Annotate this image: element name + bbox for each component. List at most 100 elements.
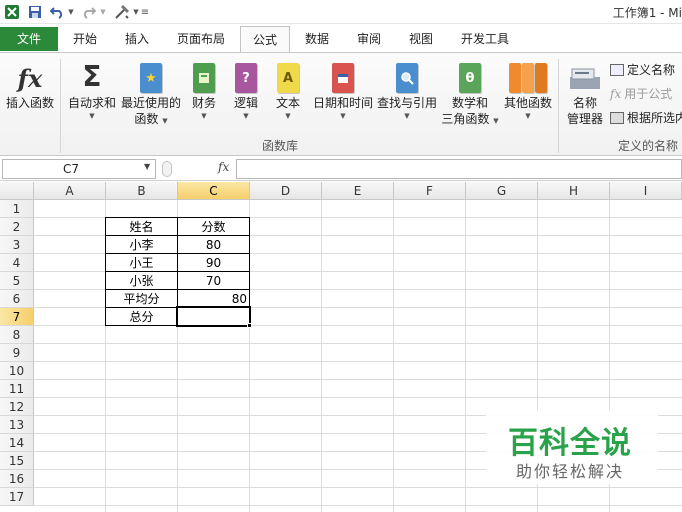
- window-title: 工作簿1 - Mi: [612, 6, 682, 20]
- use-in-formula-button[interactable]: fx 用于公式: [610, 85, 672, 102]
- excel-logo-icon: [2, 2, 22, 22]
- recently-used-dropdown-icon: ▼: [162, 117, 168, 125]
- theta-book-icon: θ: [459, 63, 481, 93]
- name-manager-button[interactable]: 名称 管理器: [562, 57, 608, 127]
- column-header-a[interactable]: A: [34, 182, 106, 200]
- lookup-reference-button[interactable]: 查找与引用 ▼: [376, 57, 438, 121]
- create-from-selection-button[interactable]: 根据所选内: [610, 109, 682, 126]
- gridline: [34, 343, 682, 344]
- row-header-16[interactable]: 16: [0, 470, 34, 488]
- tab-insert[interactable]: 插入: [112, 26, 162, 52]
- row-header-8[interactable]: 8: [0, 326, 34, 344]
- gridline: [34, 361, 682, 362]
- financial-book-icon: [193, 63, 215, 93]
- column-header-e[interactable]: E: [322, 182, 394, 200]
- tab-formulas[interactable]: 公式: [240, 26, 290, 53]
- cell-c5[interactable]: 70: [178, 272, 249, 290]
- autosum-button[interactable]: Σ 自动求和 ▼: [66, 57, 118, 121]
- fill-handle[interactable]: [247, 323, 252, 328]
- row-header-14[interactable]: 14: [0, 434, 34, 452]
- column-header-d[interactable]: D: [250, 182, 322, 200]
- tab-file[interactable]: 文件: [0, 27, 58, 51]
- column-header-f[interactable]: F: [394, 182, 466, 200]
- tab-view[interactable]: 视图: [396, 26, 446, 52]
- logical-label: 逻辑: [233, 96, 258, 110]
- row-header-13[interactable]: 13: [0, 416, 34, 434]
- watermark-subtitle: 助你轻松解决: [516, 462, 625, 481]
- math-trig-button[interactable]: θ 数学和 三角函数 ▼: [440, 57, 500, 127]
- tab-review[interactable]: 审阅: [344, 26, 394, 52]
- row-header-11[interactable]: 11: [0, 380, 34, 398]
- column-header-c[interactable]: C: [178, 182, 250, 200]
- tools-dropdown-icon[interactable]: ▼: [132, 2, 140, 22]
- formula-input[interactable]: [236, 159, 682, 179]
- date-time-button[interactable]: 日期和时间 ▼: [312, 57, 374, 121]
- recently-used-label: 最近使用的: [120, 96, 181, 110]
- autosum-dropdown-icon: ▼: [89, 112, 95, 120]
- financial-button[interactable]: 财务 ▼: [186, 57, 222, 121]
- define-name-button[interactable]: 定义名称: [610, 61, 675, 78]
- watermark-title: 百科全说: [508, 426, 632, 461]
- gridline: [34, 505, 682, 506]
- name-manager-icon: [562, 57, 608, 93]
- save-icon[interactable]: [26, 2, 44, 22]
- row-header-4[interactable]: 4: [0, 254, 34, 272]
- more-functions-dropdown-icon: ▼: [525, 112, 531, 120]
- text-button[interactable]: A 文本 ▼: [270, 57, 306, 121]
- tab-page-layout[interactable]: 页面布局: [166, 26, 236, 52]
- insert-function-button[interactable]: fx 插入函数: [4, 57, 56, 111]
- lookup-reference-label: 查找与引用: [376, 96, 437, 110]
- fx-icon[interactable]: fx: [218, 160, 229, 174]
- redo-icon[interactable]: [80, 2, 98, 22]
- row-header-17[interactable]: 17: [0, 488, 34, 506]
- recently-used-button[interactable]: ★ 最近使用的 函数 ▼: [120, 57, 182, 127]
- row-header-7[interactable]: 7: [0, 308, 34, 326]
- redo-dropdown-icon[interactable]: ▼: [98, 2, 108, 22]
- row-header-12[interactable]: 12: [0, 398, 34, 416]
- select-all-corner[interactable]: [0, 182, 34, 200]
- cell-b5[interactable]: 小张: [106, 272, 177, 290]
- logical-button[interactable]: ? 逻辑 ▼: [228, 57, 264, 121]
- ribbon-formulas: fx 插入函数 Σ 自动求和 ▼ ★ 最近使用的 函数 ▼ 财务 ▼ ? 逻辑 …: [0, 52, 682, 156]
- cell-b6[interactable]: 平均分: [106, 290, 177, 308]
- define-name-icon: [610, 63, 624, 76]
- cell-c3[interactable]: 80: [178, 236, 249, 254]
- row-header-1[interactable]: 1: [0, 200, 34, 218]
- row-header-2[interactable]: 2: [0, 218, 34, 236]
- column-header-b[interactable]: B: [106, 182, 178, 200]
- column-header-h[interactable]: H: [538, 182, 610, 200]
- row-header-3[interactable]: 3: [0, 236, 34, 254]
- active-cell-selection: [176, 306, 251, 327]
- cell-c2[interactable]: 分数: [178, 218, 249, 236]
- name-box-dropdown-icon[interactable]: ▼: [144, 162, 150, 171]
- cell-c4[interactable]: 90: [178, 254, 249, 272]
- row-header-5[interactable]: 5: [0, 272, 34, 290]
- row-header-15[interactable]: 15: [0, 452, 34, 470]
- undo-icon[interactable]: [48, 2, 66, 22]
- customize-qat-icon[interactable]: ≡: [140, 2, 150, 22]
- cell-b3[interactable]: 小李: [106, 236, 177, 254]
- formula-bar: C7 ▼ fx: [0, 157, 682, 181]
- more-functions-button[interactable]: 其他函数 ▼: [502, 57, 554, 121]
- tab-developer[interactable]: 开发工具: [452, 26, 518, 52]
- row-header-9[interactable]: 9: [0, 344, 34, 362]
- more-functions-label: 其他函数: [503, 96, 552, 110]
- gridline: [34, 397, 682, 398]
- cell-b7[interactable]: 总分: [106, 308, 177, 326]
- undo-dropdown-icon[interactable]: ▼: [66, 2, 76, 22]
- cell-b4[interactable]: 小王: [106, 254, 177, 272]
- column-header-g[interactable]: G: [466, 182, 538, 200]
- row-header-10[interactable]: 10: [0, 362, 34, 380]
- formula-bar-splitter[interactable]: [162, 161, 172, 177]
- cell-b2[interactable]: 姓名: [106, 218, 177, 236]
- column-header-i[interactable]: I: [610, 182, 682, 200]
- row-header-6[interactable]: 6: [0, 290, 34, 308]
- logical-dropdown-icon: ▼: [243, 112, 249, 120]
- tab-home[interactable]: 开始: [60, 26, 110, 52]
- name-box[interactable]: C7: [2, 159, 156, 179]
- gridline: [34, 379, 682, 380]
- tab-data[interactable]: 数据: [292, 26, 342, 52]
- lookup-reference-dropdown-icon: ▼: [404, 112, 410, 120]
- tools-icon[interactable]: [112, 2, 132, 22]
- text-book-icon: A: [277, 63, 299, 93]
